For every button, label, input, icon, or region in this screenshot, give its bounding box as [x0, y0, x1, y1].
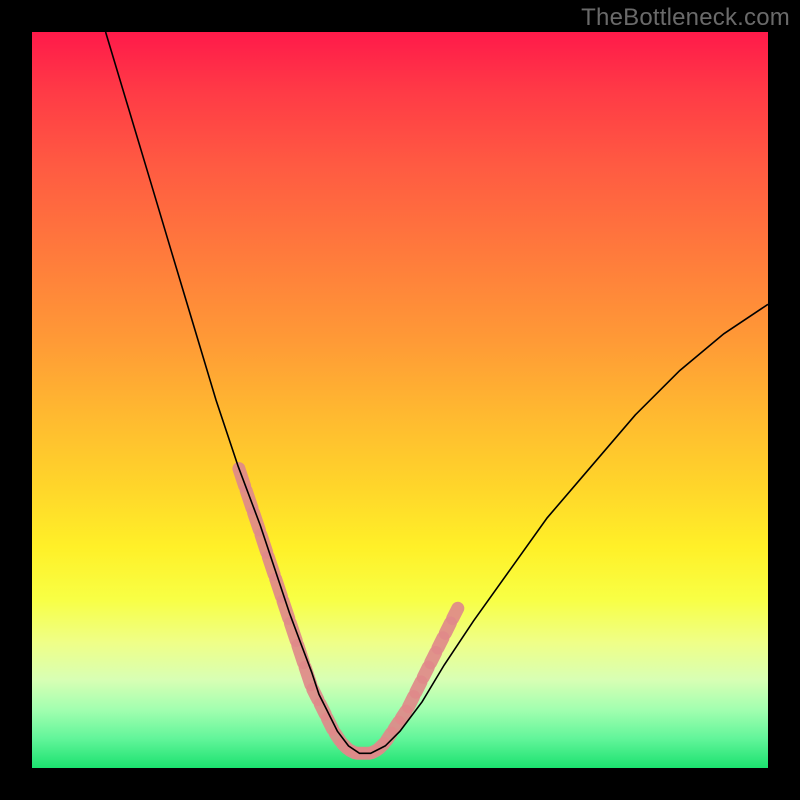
chart-frame: TheBottleneck.com	[0, 0, 800, 800]
chart-overlay	[32, 32, 768, 768]
highlight-dashes	[239, 469, 458, 754]
watermark-text: TheBottleneck.com	[581, 4, 790, 32]
